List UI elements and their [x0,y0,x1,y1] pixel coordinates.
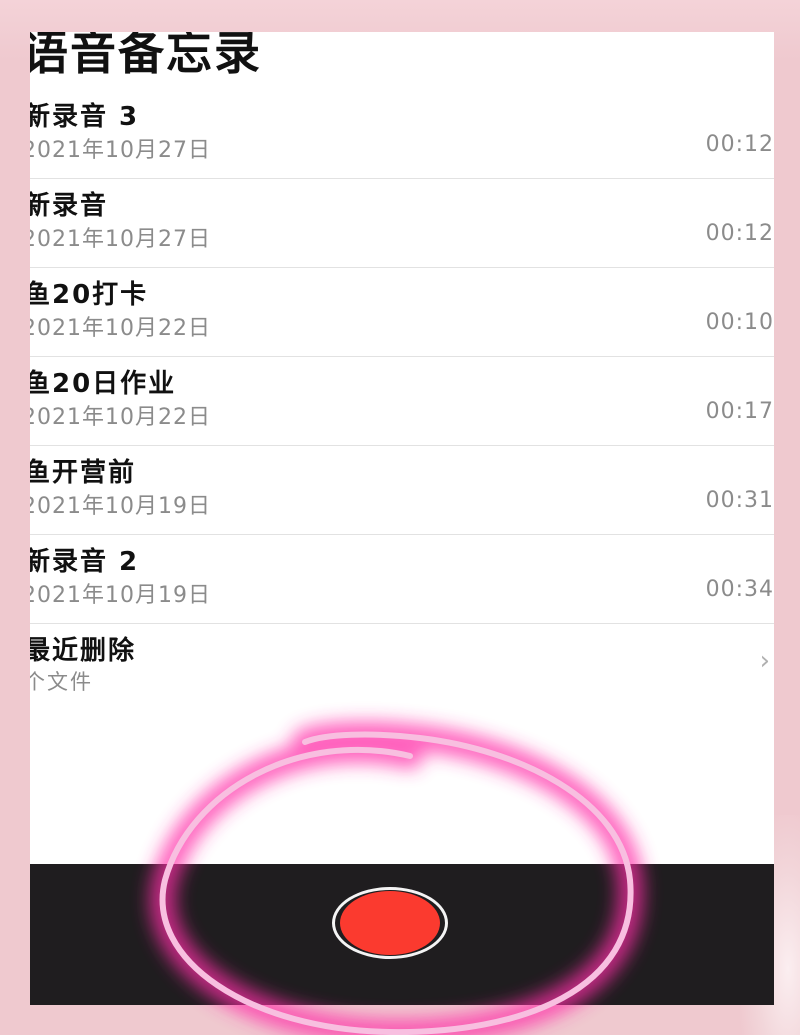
recently-deleted-label: 最近删除 [30,636,137,666]
recently-deleted-count: 个文件 [30,670,93,694]
recording-row[interactable]: 新录音 3 2021年10月27日 00:12 [30,90,774,179]
recording-row[interactable]: 新录音 2021年10月27日 00:12 [30,179,774,268]
recording-date: 2021年10月22日 [30,316,211,341]
recording-duration: 00:12 [705,221,774,246]
page-title: 语音备忘录 [30,32,262,80]
recording-row[interactable]: 鱼开营前 2021年10月19日 00:31 [30,446,774,535]
recording-name: 鱼20日作业 [30,369,177,399]
recording-name: 新录音 3 [30,102,140,132]
recording-duration: 00:10 [705,310,774,335]
recording-row[interactable]: 鱼20日作业 2021年10月22日 00:17 [30,357,774,446]
record-icon[interactable] [340,891,440,955]
recording-row[interactable]: 鱼20打卡 2021年10月22日 00:10 [30,268,774,357]
recording-date: 2021年10月19日 [30,583,211,608]
recording-date: 2021年10月27日 [30,227,211,252]
recording-name: 新录音 2 [30,547,140,577]
recording-date: 2021年10月22日 [30,405,211,430]
recording-duration: 00:34 [705,577,774,602]
voice-memos-screen: 语音备忘录 新录音 3 2021年10月27日 00:12 新录音 2021年1… [30,32,774,1005]
recently-deleted-row[interactable]: 最近删除 个文件 › [30,624,774,704]
recording-duration: 00:12 [705,132,774,157]
recording-name: 新录音 [30,191,109,221]
recording-date: 2021年10月19日 [30,494,211,519]
recording-duration: 00:17 [705,399,774,424]
recordings-list: 新录音 3 2021年10月27日 00:12 新录音 2021年10月27日 … [30,90,774,704]
recording-row[interactable]: 新录音 2 2021年10月19日 00:34 [30,535,774,624]
recording-name: 鱼20打卡 [30,280,149,310]
chevron-right-icon: › [759,646,770,676]
recording-date: 2021年10月27日 [30,138,211,163]
recording-duration: 00:31 [705,488,774,513]
recording-name: 鱼开营前 [30,458,137,488]
